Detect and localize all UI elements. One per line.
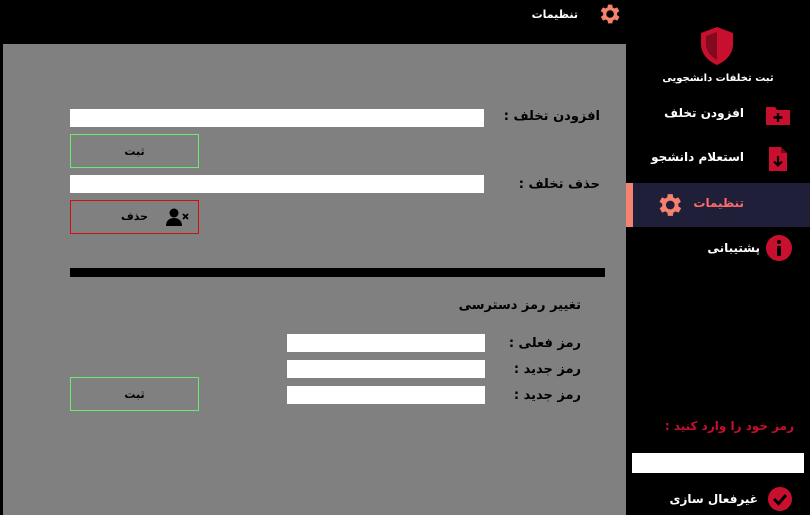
change-password-submit-label: ثبت bbox=[124, 387, 145, 401]
check-circle-icon bbox=[768, 487, 792, 511]
deactivate-button[interactable]: غیرفعال سازی bbox=[626, 484, 810, 514]
change-password-submit-button[interactable]: ثبت bbox=[70, 377, 199, 411]
deactivate-label: غیرفعال سازی bbox=[669, 492, 759, 506]
sidebar-item-label: پشتیبانی bbox=[707, 241, 760, 255]
add-violation-submit-button[interactable]: ثبت bbox=[70, 134, 199, 168]
remove-user-icon bbox=[166, 208, 189, 226]
add-violation-input[interactable] bbox=[70, 109, 484, 127]
sidebar-item-label: افزودن تخلف bbox=[664, 106, 744, 120]
add-violation-submit-label: ثبت bbox=[124, 144, 145, 158]
sidebar-item-label: تنظیمات bbox=[693, 196, 744, 210]
current-password-label: رمز فعلی : bbox=[508, 336, 581, 351]
settings-panel: افزودن تخلف : ثبت حذف تخلف : حذف تغییر ر… bbox=[3, 44, 626, 515]
shield-logo-icon bbox=[701, 27, 733, 65]
sidebar-item-student-inquiry[interactable]: استعلام دانشجو bbox=[626, 137, 810, 181]
sidebar-item-settings[interactable]: تنظیمات bbox=[626, 183, 810, 227]
app-title: ثبت تخلفات دانشجویی bbox=[662, 73, 774, 84]
current-password-input[interactable] bbox=[287, 334, 485, 352]
delete-violation-input[interactable] bbox=[70, 175, 484, 193]
sidebar: ثبت تخلفات دانشجویی افزودن تخلف استعلام … bbox=[626, 0, 810, 515]
change-password-heading: تغییر رمز دسترسی bbox=[458, 298, 581, 313]
sidebar-item-label: استعلام دانشجو bbox=[651, 150, 744, 164]
sidebar-item-add-violation[interactable]: افزودن تخلف bbox=[626, 93, 810, 137]
confirm-password-label: رمز جدید : bbox=[513, 388, 581, 403]
add-violation-label: افزودن تخلف : bbox=[503, 109, 600, 124]
delete-violation-button[interactable]: حذف bbox=[70, 200, 199, 234]
delete-violation-label: حذف تخلف : bbox=[518, 177, 600, 192]
window-title: تنظیمات bbox=[531, 8, 578, 21]
new-password-input[interactable] bbox=[287, 360, 485, 378]
new-password-label: رمز جدید : bbox=[513, 362, 581, 377]
info-icon bbox=[766, 235, 792, 261]
password-prompt: رمز خود را وارد کنید : bbox=[664, 419, 794, 433]
folder-plus-icon bbox=[766, 107, 790, 125]
sidebar-item-support[interactable]: پشتیبانی bbox=[626, 228, 810, 272]
file-download-icon bbox=[769, 147, 787, 171]
confirm-password-input[interactable] bbox=[287, 386, 485, 404]
gear-icon bbox=[659, 194, 682, 216]
active-indicator bbox=[626, 183, 633, 227]
delete-violation-button-label: حذف bbox=[121, 210, 149, 223]
section-divider bbox=[70, 268, 605, 277]
sidebar-password-input[interactable] bbox=[632, 453, 804, 473]
gear-icon bbox=[600, 4, 620, 24]
